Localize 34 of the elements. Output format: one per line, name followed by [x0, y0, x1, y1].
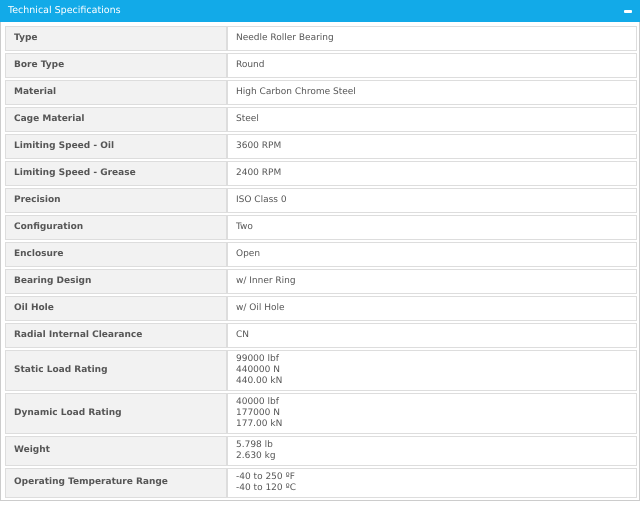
spec-value: Steel: [227, 107, 637, 132]
spec-label: Dynamic Load Rating: [5, 393, 227, 434]
spec-value: w/ Inner Ring: [227, 269, 637, 294]
spec-label: Limiting Speed - Grease: [5, 161, 227, 186]
spec-value: ISO Class 0: [227, 188, 637, 213]
spec-label: Static Load Rating: [5, 350, 227, 391]
spec-value: Two: [227, 215, 637, 240]
spec-value: 40000 lbf 177000 N 177.00 kN: [227, 393, 637, 434]
spec-label: Bearing Design: [5, 269, 227, 294]
spec-label: Configuration: [5, 215, 227, 240]
spec-value: 99000 lbf 440000 N 440.00 kN: [227, 350, 637, 391]
spec-value: CN: [227, 323, 637, 348]
spec-value: 2400 RPM: [227, 161, 637, 186]
spec-label: Cage Material: [5, 107, 227, 132]
spec-value: Needle Roller Bearing: [227, 26, 637, 51]
spec-value: 3600 RPM: [227, 134, 637, 159]
spec-value: 5.798 lb 2.630 kg: [227, 436, 637, 466]
spec-value: Round: [227, 53, 637, 78]
spec-label: Oil Hole: [5, 296, 227, 321]
spec-value: -40 to 250 ºF -40 to 120 ºC: [227, 468, 637, 498]
spec-label: Material: [5, 80, 227, 105]
spec-label: Weight: [5, 436, 227, 466]
spec-value: Open: [227, 242, 637, 267]
spec-label: Enclosure: [5, 242, 227, 267]
collapse-icon[interactable]: [624, 10, 632, 12]
spec-label: Bore Type: [5, 53, 227, 78]
spec-label: Limiting Speed - Oil: [5, 134, 227, 159]
panel-title: Technical Specifications: [8, 4, 121, 18]
spec-value: w/ Oil Hole: [227, 296, 637, 321]
spec-label: Type: [5, 26, 227, 51]
spec-label: Operating Temperature Range: [5, 468, 227, 498]
spec-value: High Carbon Chrome Steel: [227, 80, 637, 105]
spec-label: Precision: [5, 188, 227, 213]
spec-label: Radial Internal Clearance: [5, 323, 227, 348]
